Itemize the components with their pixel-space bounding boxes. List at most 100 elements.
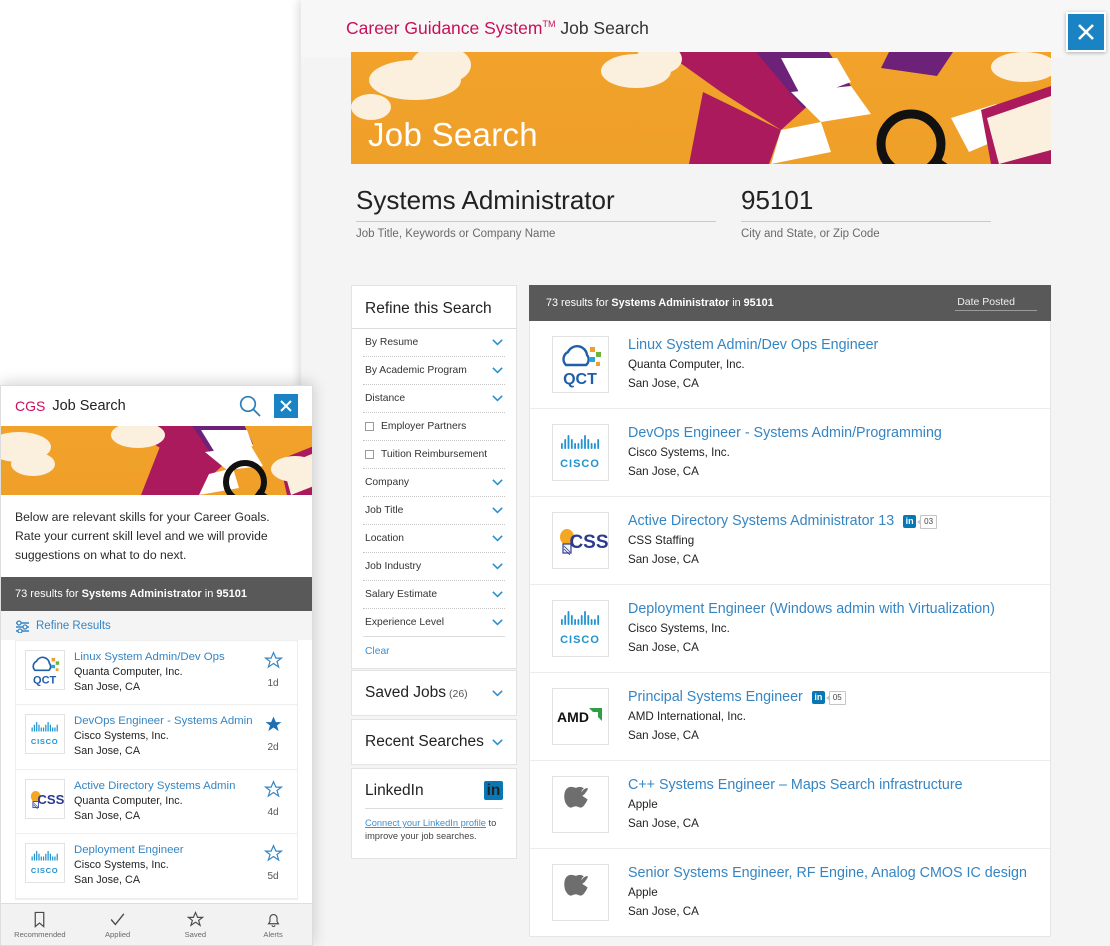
filter-icon[interactable] xyxy=(15,620,30,633)
location-search-field[interactable]: 95101 City and State, or Zip Code xyxy=(741,185,991,240)
mobile-job-list: QCT Linux System Admin/Dev Ops Quanta Comp… xyxy=(15,639,298,900)
close-button[interactable] xyxy=(1066,12,1106,52)
mobile-close-button[interactable] xyxy=(274,394,298,418)
mobile-job-age: 5d xyxy=(267,871,279,883)
refine-row-job-industry[interactable]: Job Industry xyxy=(363,553,505,581)
clear-filters-link[interactable]: Clear xyxy=(352,637,516,668)
job-result-row[interactable]: CISCO DevOps Engineer - Systems Admin/Pro… xyxy=(530,409,1050,497)
recent-searches-card[interactable]: Recent Searches xyxy=(351,719,517,765)
job-title-text: DevOps Engineer - Systems Admin/Programm… xyxy=(628,425,942,441)
star-outline-icon[interactable] xyxy=(263,650,283,670)
star-outline-icon[interactable] xyxy=(263,779,283,799)
company-logo: CISCO xyxy=(25,714,65,755)
close-icon[interactable] xyxy=(279,399,293,413)
mobile-job-info: DevOps Engineer - Systems Admin Cisco Sys… xyxy=(65,714,257,759)
refine-row-employer-partners[interactable]: Employer Partners xyxy=(363,413,505,441)
job-search-field[interactable]: Systems Administrator Job Title, Keyword… xyxy=(356,185,716,240)
job-result-row[interactable]: C++ Systems Engineer – Maps Search infra… xyxy=(530,761,1050,849)
search-icon[interactable] xyxy=(238,394,262,418)
refine-row-experience-level[interactable]: Experience Level xyxy=(363,609,505,637)
sort-dropdown[interactable]: Date Posted xyxy=(955,296,1037,311)
job-title-link[interactable]: DevOps Engineer - Systems Admin/Programm… xyxy=(628,425,942,443)
location-search-input[interactable]: 95101 xyxy=(741,185,991,222)
mobile-nav-saved[interactable]: Saved xyxy=(157,904,235,945)
results-query: Systems Administrator xyxy=(611,297,730,309)
mobile-job-title-link[interactable]: Linux System Admin/Dev Ops xyxy=(74,650,257,665)
chevron-down-icon[interactable] xyxy=(492,563,503,570)
refine-row-label: Location xyxy=(365,533,404,544)
refine-row-distance[interactable]: Distance xyxy=(363,385,505,413)
mobile-job-row[interactable]: CISCO Deployment Engineer Cisco Systems, I… xyxy=(16,834,297,899)
chevron-down-icon[interactable] xyxy=(492,591,503,598)
mobile-job-title-link[interactable]: Active Directory Systems Admin xyxy=(74,779,257,794)
chevron-down-icon[interactable] xyxy=(492,395,503,402)
mobile-job-row[interactable]: CISCO DevOps Engineer - Systems Admin Cisc… xyxy=(16,705,297,770)
chevron-down-icon[interactable] xyxy=(492,507,503,514)
svg-text:CISCO: CISCO xyxy=(560,458,600,470)
mobile-logo: CGS xyxy=(15,398,46,414)
cisco-logo: CISCO xyxy=(560,611,600,646)
chevron-down-icon[interactable] xyxy=(492,689,503,697)
mobile-job-title-link[interactable]: DevOps Engineer - Systems Admin xyxy=(74,714,257,729)
job-title-link[interactable]: Senior Systems Engineer, RF Engine, Anal… xyxy=(628,865,1027,883)
refine-row-by-academic-program[interactable]: By Academic Program xyxy=(363,357,505,385)
saved-jobs-card[interactable]: Saved Jobs (26) xyxy=(351,670,517,716)
job-title-link[interactable]: Active Directory Systems Administrator 1… xyxy=(628,513,938,531)
brand-name: Career Guidance SystemTM xyxy=(346,18,556,38)
job-title-link[interactable]: Principal Systems Engineer in 05 xyxy=(628,689,846,707)
job-title-link[interactable]: Linux System Admin/Dev Ops Engineer xyxy=(628,337,878,355)
job-results-list: QCT Linux System Admin/Dev Ops Engineer Qu… xyxy=(529,321,1051,937)
refine-row-label: Distance xyxy=(365,393,406,404)
mobile-nav-alerts[interactable]: Alerts xyxy=(234,904,312,945)
linkedin-connections-badge[interactable]: in 05 xyxy=(811,690,846,705)
job-result-row[interactable]: AMD Principal Systems Engineer in 05 AMD Int… xyxy=(530,673,1050,761)
job-title-link[interactable]: C++ Systems Engineer – Maps Search infra… xyxy=(628,777,963,795)
mobile-nav-applied[interactable]: Applied xyxy=(79,904,157,945)
chevron-down-icon[interactable] xyxy=(492,479,503,486)
company-logo xyxy=(552,864,609,921)
close-icon[interactable] xyxy=(1076,22,1096,42)
desktop-topbar: Career Guidance SystemTM Job Search xyxy=(301,0,1110,57)
mobile-refine-results-button[interactable]: Refine Results xyxy=(1,610,312,640)
star-icon[interactable] xyxy=(186,910,204,928)
chevron-down-icon[interactable] xyxy=(492,535,503,542)
linkedin-connect-link[interactable]: Connect your LinkedIn profile xyxy=(365,818,486,828)
job-location: San Jose, CA xyxy=(628,728,699,742)
star-outline-icon[interactable] xyxy=(263,844,283,863)
job-result-row[interactable]: CSS Active Directory Systems Administrato… xyxy=(530,497,1050,585)
star-filled-icon[interactable] xyxy=(264,715,283,734)
job-result-row[interactable]: CISCO Deployment Engineer (Windows admin … xyxy=(530,585,1050,673)
checkbox-icon[interactable] xyxy=(365,450,374,459)
refine-row-job-title[interactable]: Job Title xyxy=(363,497,505,525)
linkedin-connections-badge[interactable]: in 03 xyxy=(903,514,938,529)
chevron-down-icon[interactable] xyxy=(492,339,503,346)
mobile-hero-banner xyxy=(1,426,312,495)
check-icon[interactable] xyxy=(109,911,126,928)
mobile-job-title-link[interactable]: Deployment Engineer xyxy=(74,843,257,858)
refine-row-by-resume[interactable]: By Resume xyxy=(363,329,505,357)
chevron-down-icon[interactable] xyxy=(492,367,503,374)
qct-logo: QCT xyxy=(562,345,601,388)
job-result-row[interactable]: QCT Linux System Admin/Dev Ops Engineer Qu… xyxy=(530,321,1050,409)
mobile-job-row[interactable]: CSS Active Directory Systems Admin Quanta … xyxy=(16,770,297,835)
mobile-nav-recommended[interactable]: Recommended xyxy=(1,904,79,945)
job-company: Quanta Computer, Inc. xyxy=(628,357,745,371)
chevron-down-icon[interactable] xyxy=(492,738,503,746)
refine-row-tuition-reimbursement[interactable]: Tuition Reimbursement xyxy=(363,441,505,469)
cisco-logo: CISCO xyxy=(31,851,58,875)
chevron-down-icon[interactable] xyxy=(492,619,503,626)
refine-row-company[interactable]: Company xyxy=(363,469,505,497)
bookmark-icon[interactable] xyxy=(31,911,48,928)
trademark-mark: TM xyxy=(542,19,556,30)
job-title-link[interactable]: Deployment Engineer (Windows admin with … xyxy=(628,601,995,619)
linkedin-connection-count: 05 xyxy=(825,690,846,705)
mobile-job-row[interactable]: QCT Linux System Admin/Dev Ops Quanta Comp… xyxy=(16,641,297,706)
job-search-input[interactable]: Systems Administrator xyxy=(356,185,716,222)
refine-panel-title: Refine this Search xyxy=(352,286,516,329)
job-result-row[interactable]: Senior Systems Engineer, RF Engine, Anal… xyxy=(530,849,1050,936)
refine-row-location[interactable]: Location xyxy=(363,525,505,553)
refine-row-salary-estimate[interactable]: Salary Estimate xyxy=(363,581,505,609)
company-logo: CSS xyxy=(25,778,65,819)
bell-icon[interactable] xyxy=(265,911,282,928)
checkbox-icon[interactable] xyxy=(365,422,374,431)
